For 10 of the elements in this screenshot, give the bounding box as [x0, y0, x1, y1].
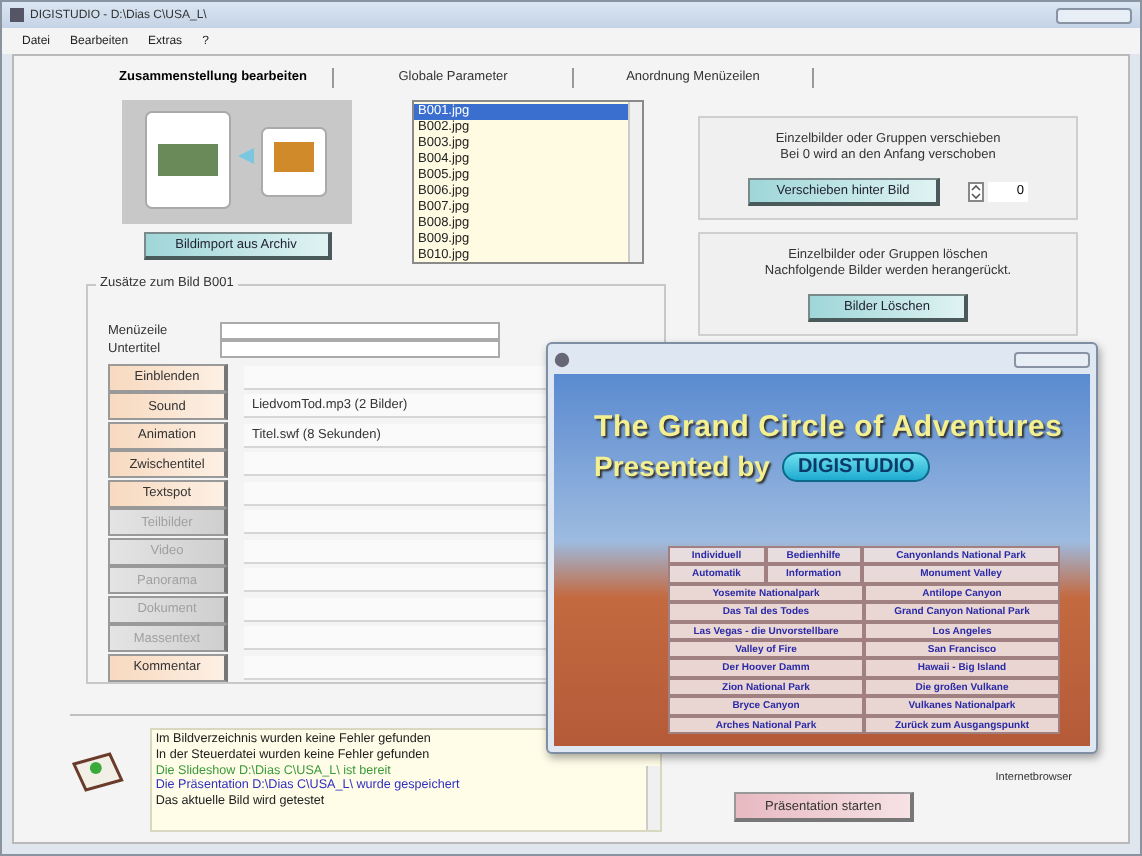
- text-field[interactable]: [220, 340, 500, 359]
- app-icon: [10, 8, 24, 22]
- scrollbar[interactable]: [628, 102, 642, 262]
- slide-subtitle: Presented by: [594, 450, 770, 482]
- help-icon[interactable]: [554, 351, 570, 367]
- spinner-icon[interactable]: [968, 182, 984, 202]
- logo: DIGISTUDIO: [781, 451, 931, 481]
- text-field[interactable]: [220, 322, 500, 341]
- book-icon: [70, 748, 126, 796]
- scrollbar[interactable]: [646, 766, 661, 830]
